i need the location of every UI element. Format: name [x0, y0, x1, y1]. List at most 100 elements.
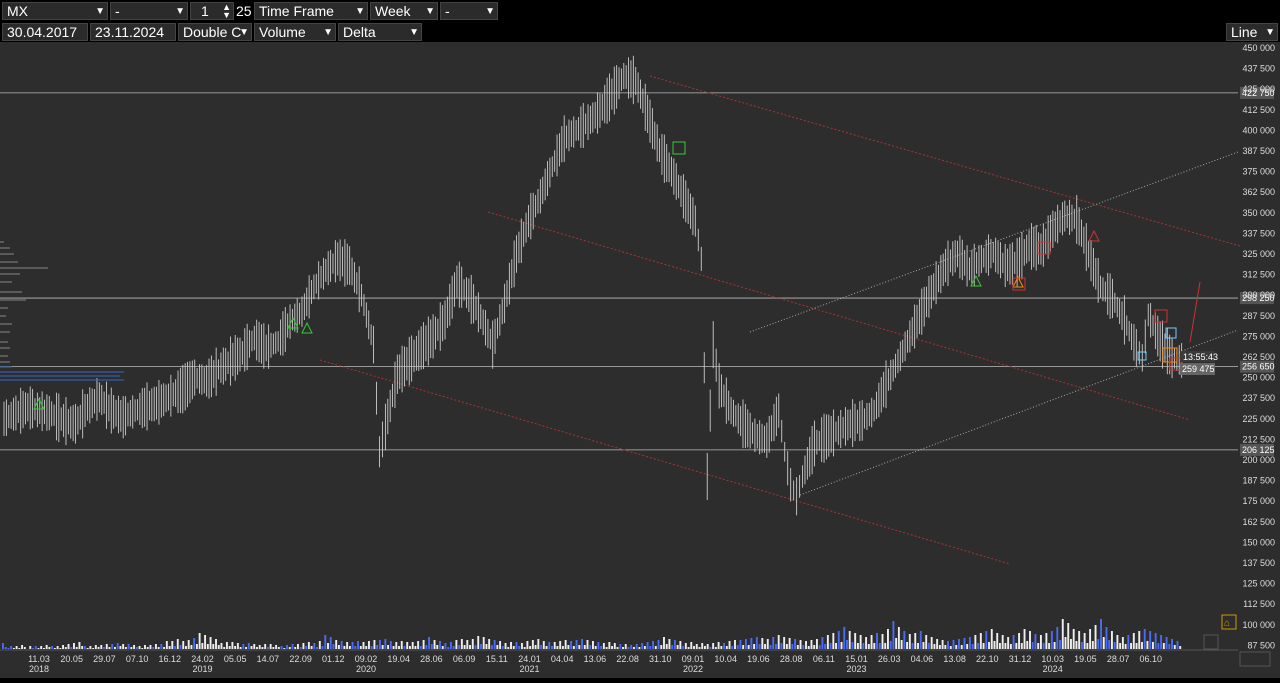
volume-bar	[258, 645, 261, 649]
volume-bar	[810, 640, 813, 649]
channel-line-mid[interactable]	[487, 211, 1191, 421]
grid-toggle-icon[interactable]	[1203, 634, 1219, 650]
buy-triangle-icon[interactable]	[301, 321, 313, 334]
volume-bar	[97, 647, 100, 649]
buy-triangle-icon[interactable]	[970, 274, 982, 287]
projection-line[interactable]	[1189, 281, 1201, 343]
volume-bar	[422, 640, 425, 649]
volume-bar	[1015, 643, 1018, 649]
volume-bar	[359, 646, 362, 649]
volume-bar	[982, 643, 985, 649]
volume-bar	[406, 642, 409, 649]
volume-bar	[963, 638, 966, 649]
chart-mode-select[interactable]: Double C ▼	[178, 23, 252, 41]
layout-toggle-icon[interactable]	[1239, 651, 1271, 667]
x-tick-label: 01.12	[322, 654, 345, 664]
volume-bar	[1135, 643, 1138, 649]
volume-bar	[818, 645, 821, 649]
volume-bar	[955, 645, 958, 649]
volume-bar	[1132, 633, 1135, 649]
volume-bar	[337, 645, 340, 649]
volume-bar	[365, 646, 368, 649]
volume-bar	[220, 643, 223, 649]
volume-bar	[540, 645, 543, 649]
stepper-arrows-icon[interactable]: ▲ ▼	[222, 3, 231, 19]
level-label: 206 125	[1242, 445, 1275, 455]
volume-bar	[59, 648, 62, 649]
channel-line-upper[interactable]	[649, 75, 1241, 247]
price-axis[interactable]: 450 000 437 500 425 000 412 500 400 000 387 5…	[1242, 43, 1275, 650]
volume-bar	[559, 641, 562, 649]
volume-bar	[239, 647, 242, 649]
volume-bar	[881, 634, 884, 649]
channel-line-lower[interactable]	[319, 359, 1011, 565]
volume-bar	[515, 642, 518, 649]
symbol-select[interactable]: MX ▼	[2, 2, 108, 20]
multiplier-stepper[interactable]: 1 ▲ ▼	[190, 2, 234, 20]
buy-triangle-icon[interactable]	[287, 316, 299, 329]
buy-square-icon[interactable]	[672, 141, 686, 155]
volume-bar	[1113, 642, 1116, 649]
volume-bar	[403, 646, 406, 649]
indicator2-select[interactable]: Delta ▼	[338, 23, 422, 41]
volume-bar	[291, 644, 294, 649]
x-tick-label: 22.08	[616, 654, 639, 664]
extra-select[interactable]: - ▼	[440, 2, 498, 20]
date-to-field[interactable]: 23.11.2024	[90, 23, 176, 41]
volume-bar	[209, 637, 212, 649]
volume-bar	[971, 644, 974, 649]
volume-bar	[725, 646, 728, 649]
support-line-upper[interactable]	[749, 151, 1239, 333]
time-axis[interactable]: 11.032018 20.05 29.07 07.10 16.12 24.022019 05…	[0, 649, 1238, 674]
volume-bar	[373, 640, 376, 649]
indicator1-select[interactable]: Volume ▼	[254, 23, 336, 41]
secondary-select[interactable]: - ▼	[110, 2, 188, 20]
volume-bar	[807, 646, 810, 649]
volume-bar	[1059, 640, 1061, 649]
volume-bar	[889, 641, 892, 649]
volume-bar	[56, 646, 59, 649]
volume-bar	[261, 647, 264, 649]
x-tick-label: 06.10	[1140, 654, 1163, 664]
period-select[interactable]: Week ▼	[370, 2, 438, 20]
style-select[interactable]: Line ▼	[1226, 23, 1278, 41]
volume-bar	[215, 639, 217, 649]
volume-bar	[15, 646, 18, 649]
volume-bar	[469, 645, 471, 649]
chart-area[interactable]: 422 750 298 250 256 650 206 125 450 000 …	[0, 42, 1280, 678]
multiplier-value: 1	[201, 3, 209, 19]
trend-lines	[319, 75, 1241, 565]
volume-bar	[523, 647, 526, 649]
date-from-field[interactable]: 30.04.2017	[2, 23, 88, 41]
volume-bar	[490, 645, 493, 649]
volume-bar	[824, 644, 827, 649]
volume-bar	[703, 646, 706, 649]
volume-bar	[2, 643, 4, 649]
price-chart[interactable]: 422 750298 250256 650206 125 450 000437 …	[0, 42, 1280, 678]
volume-bar	[1012, 635, 1015, 649]
volume-bar	[843, 627, 846, 649]
volume-bar	[78, 642, 81, 649]
volume-bar	[684, 643, 687, 649]
volume-bar	[537, 639, 540, 649]
sell-square-icon[interactable]	[1154, 309, 1168, 323]
x-year-label: 2022	[683, 664, 703, 674]
volume-bar	[1130, 643, 1133, 649]
sell-triangle-icon[interactable]	[1088, 229, 1100, 242]
volume-bar	[444, 643, 447, 649]
x-year-label: 2023	[846, 664, 866, 674]
volume-bar	[313, 643, 316, 649]
volume-bar	[1020, 643, 1023, 649]
y-tick-label: 437 500	[1242, 64, 1275, 74]
volume-bars	[2, 619, 1182, 649]
volume-bar	[398, 646, 400, 649]
volume-bar	[630, 645, 633, 649]
x-year-label: 2020	[356, 664, 376, 674]
volume-bar	[1124, 644, 1127, 649]
volume-bar	[949, 646, 952, 649]
volume-bar	[698, 647, 701, 649]
volume-bar	[1064, 637, 1067, 649]
timeframe-select[interactable]: Time Frame ▼	[254, 2, 368, 20]
volume-bar	[865, 637, 868, 649]
volume-bar	[835, 643, 838, 649]
